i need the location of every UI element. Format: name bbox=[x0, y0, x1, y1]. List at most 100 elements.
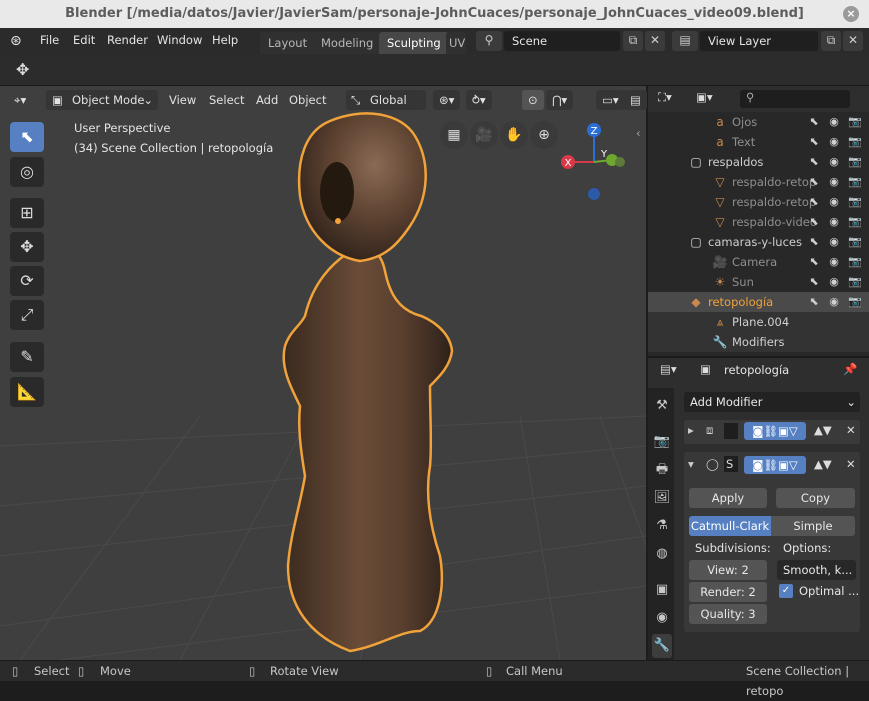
3d-viewport[interactable] bbox=[0, 86, 646, 660]
cursor-tool-icon[interactable]: ◎ bbox=[10, 157, 44, 187]
outliner-row[interactable]: a Text ⬉ ◉ 📷 bbox=[648, 132, 869, 152]
outliner-row[interactable]: ▽ respaldo-video ⬉ ◉ 📷 bbox=[648, 212, 869, 232]
add-modifier-dropdown[interactable]: Add Modifier ⌄ bbox=[684, 392, 860, 412]
outliner-search-field[interactable]: ⚲ bbox=[740, 90, 850, 108]
camera-render-icon[interactable]: 📷 bbox=[847, 192, 863, 212]
select-toggle-icon[interactable]: ⬉ bbox=[806, 172, 822, 192]
view-layer-delete-icon[interactable]: ✕ bbox=[843, 31, 863, 51]
outliner-row[interactable]: ▢ camaras-y-luces ⬉ ◉ 📷 bbox=[648, 232, 869, 252]
editor-type-icon[interactable]: ⌖▾ bbox=[8, 90, 32, 110]
camera-render-icon[interactable]: 📷 bbox=[847, 272, 863, 292]
output-tab-icon[interactable]: 🖶 bbox=[652, 458, 672, 482]
quality-field[interactable]: Quality: 3 bbox=[689, 604, 767, 624]
transform-tool-icon[interactable]: ✥ bbox=[16, 60, 29, 79]
orientation-select[interactable]: ⤡ Global bbox=[346, 90, 426, 110]
scene-field[interactable]: Scene bbox=[504, 31, 620, 51]
scene-browse-icon[interactable]: ⚲ bbox=[476, 31, 502, 51]
camera-render-icon[interactable]: 📷 bbox=[847, 292, 863, 312]
camera-grid-icon[interactable]: ▦ bbox=[440, 121, 468, 149]
select-toggle-icon[interactable]: ⬉ bbox=[806, 252, 822, 272]
gizmo-toggle-icon[interactable]: ▤ bbox=[624, 90, 647, 110]
scene-delete-icon[interactable]: ✕ bbox=[645, 31, 665, 51]
modifier-tab-icon[interactable]: 🔧 bbox=[652, 634, 672, 658]
eye-icon[interactable]: ◉ bbox=[826, 292, 842, 312]
falloff-icon[interactable]: ⋂▾ bbox=[546, 90, 574, 110]
tab-sculpting[interactable]: Sculpting bbox=[379, 32, 449, 54]
close-icon[interactable]: ✕ bbox=[846, 457, 856, 471]
menu-select[interactable]: Select bbox=[209, 90, 244, 110]
menu-window[interactable]: Window bbox=[157, 33, 202, 47]
camera-render-icon[interactable]: 📷 bbox=[847, 132, 863, 152]
tool-tab-icon[interactable]: ⚒ bbox=[652, 394, 672, 418]
camera-render-icon[interactable]: 📷 bbox=[847, 232, 863, 252]
view-layer-tab-icon[interactable]: 🖼 bbox=[652, 486, 672, 510]
select-toggle-icon[interactable]: ⬉ bbox=[806, 292, 822, 312]
eye-icon[interactable]: ◉ bbox=[826, 192, 842, 212]
optimal-display-checkbox[interactable]: ✓ bbox=[779, 584, 793, 598]
character-mesh[interactable] bbox=[282, 112, 454, 653]
outliner-type-icon[interactable]: ⛶▾ bbox=[658, 90, 672, 105]
expand-arrow-icon[interactable]: ▸ bbox=[688, 423, 694, 437]
render-tab-icon[interactable]: 📷 bbox=[652, 430, 672, 454]
outliner-row[interactable]: ▽ respaldo-retop ⬉ ◉ 📷 bbox=[648, 172, 869, 192]
select-toggle-icon[interactable]: ⬉ bbox=[806, 232, 822, 252]
properties-editor-icon[interactable]: ▤▾ bbox=[660, 362, 677, 376]
axis-gizmo[interactable]: Z X Y bbox=[552, 116, 642, 206]
apply-button[interactable]: Apply bbox=[689, 488, 767, 508]
camera-render-icon[interactable]: 📷 bbox=[847, 152, 863, 172]
expand-arrow-icon[interactable]: ▾ bbox=[688, 457, 694, 471]
modifier-1-name-field[interactable] bbox=[724, 423, 738, 439]
pin-icon[interactable]: 📌 bbox=[843, 362, 857, 376]
eye-icon[interactable]: ◉ bbox=[826, 232, 842, 252]
view-levels-field[interactable]: View: 2 bbox=[689, 560, 767, 580]
outliner-row[interactable]: ⩓ Plane.004 bbox=[648, 312, 869, 332]
simple-toggle[interactable]: Simple bbox=[771, 516, 855, 536]
select-toggle-icon[interactable]: ⬉ bbox=[806, 272, 822, 292]
snap-icon[interactable]: ⥁▾ bbox=[466, 90, 492, 110]
tab-modeling[interactable]: Modeling bbox=[313, 32, 382, 54]
tab-layout[interactable]: Layout bbox=[260, 32, 316, 54]
view-layer-new-icon[interactable]: ⧉ bbox=[821, 31, 841, 51]
outliner-row[interactable]: ◆ retopología ⬉ ◉ 📷 bbox=[648, 292, 869, 312]
select-toggle-icon[interactable]: ⬉ bbox=[806, 152, 822, 172]
camera-render-icon[interactable]: 📷 bbox=[847, 252, 863, 272]
object-tab-icon[interactable]: ▣ bbox=[652, 578, 672, 602]
modifier-2-visibility-toggles[interactable]: ◙⛓▣▽ bbox=[744, 456, 806, 474]
eye-icon[interactable]: ◉ bbox=[826, 252, 842, 272]
select-box-tool-icon[interactable]: ⬉ bbox=[10, 122, 44, 152]
outliner-row[interactable]: ▽ respaldo-retop ⬉ ◉ 📷 bbox=[648, 192, 869, 212]
proportional-edit-icon[interactable]: ⊙ bbox=[522, 90, 544, 110]
eye-icon[interactable]: ◉ bbox=[826, 172, 842, 192]
copy-button[interactable]: Copy bbox=[776, 488, 855, 508]
eye-icon[interactable]: ◉ bbox=[826, 152, 842, 172]
visibility-icon[interactable]: ▭▾ bbox=[596, 90, 625, 110]
camera-render-icon[interactable]: 📷 bbox=[847, 112, 863, 132]
select-toggle-icon[interactable]: ⬉ bbox=[806, 192, 822, 212]
outliner-row[interactable]: ☀ Sun ⬉ ◉ 📷 bbox=[648, 272, 869, 292]
select-toggle-icon[interactable]: ⬉ bbox=[806, 112, 822, 132]
tab-uv[interactable]: UV bbox=[446, 32, 466, 54]
view-layer-field[interactable]: View Layer bbox=[700, 31, 818, 51]
view-layer-browse-icon[interactable]: ▤ bbox=[672, 31, 698, 51]
modifier-2-name-field[interactable]: S bbox=[724, 456, 738, 472]
pan-hand-icon[interactable]: ✋ bbox=[500, 121, 528, 149]
rotate-tool-icon[interactable]: ⟳ bbox=[10, 266, 44, 296]
transform-tool-icon[interactable]: ⊞ bbox=[10, 198, 44, 228]
move-tool-icon[interactable]: ✥ bbox=[10, 232, 44, 262]
outliner-row[interactable]: ▢ respaldos ⬉ ◉ 📷 bbox=[648, 152, 869, 172]
catmull-clark-toggle[interactable]: Catmull-Clark bbox=[689, 516, 771, 536]
close-icon[interactable]: × bbox=[843, 6, 859, 22]
render-levels-field[interactable]: Render: 2 bbox=[689, 582, 767, 602]
move-up-down-icon[interactable]: ▲▼ bbox=[814, 457, 832, 471]
eye-icon[interactable]: ◉ bbox=[826, 112, 842, 132]
menu-help[interactable]: Help bbox=[212, 33, 238, 47]
eye-icon[interactable]: ◉ bbox=[826, 212, 842, 232]
menu-view[interactable]: View bbox=[169, 90, 196, 110]
select-toggle-icon[interactable]: ⬉ bbox=[806, 212, 822, 232]
outliner-row[interactable]: a Ojos ⬉ ◉ 📷 bbox=[648, 112, 869, 132]
scene-new-icon[interactable]: ⧉ bbox=[623, 31, 643, 51]
modifier-1-visibility-toggles[interactable]: ◙⛓▣▽ bbox=[744, 422, 806, 440]
menu-object[interactable]: Object bbox=[289, 90, 326, 110]
display-mode-icon[interactable]: ▣▾ bbox=[696, 90, 713, 104]
move-up-down-icon[interactable]: ▲▼ bbox=[814, 423, 832, 437]
